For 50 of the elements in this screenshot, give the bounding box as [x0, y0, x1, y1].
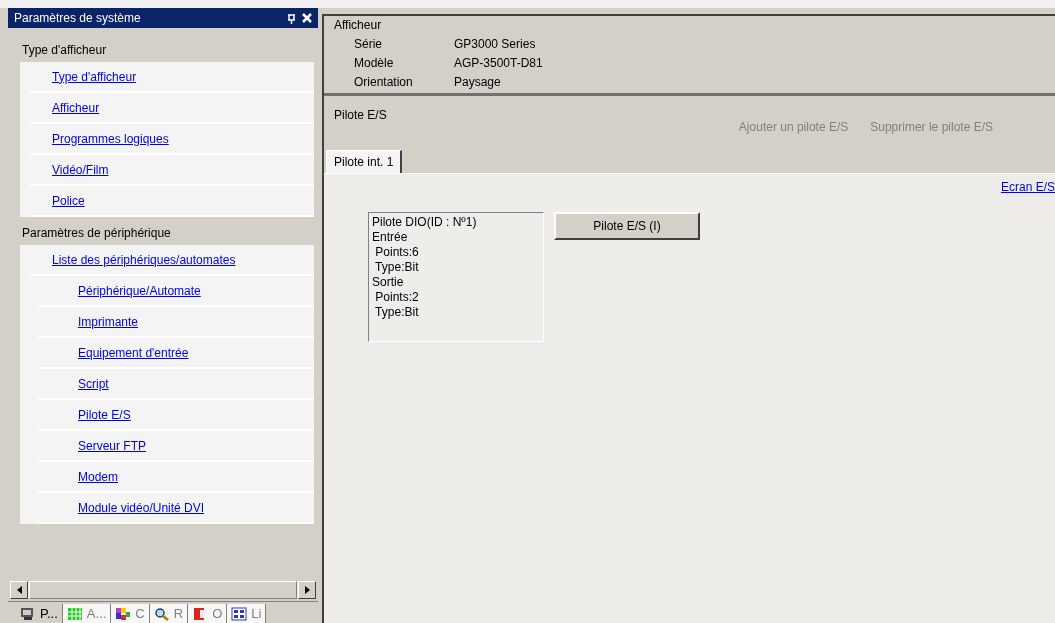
driver-info-line: Sortie: [372, 275, 405, 290]
panel-tab[interactable]: A...: [62, 604, 112, 623]
driver-info-line: Type:Bit: [374, 260, 420, 275]
driver-info-line: Type:Bit: [374, 305, 420, 320]
panel-title: Paramètres de système: [14, 11, 141, 25]
right-arrow-icon[interactable]: [304, 586, 310, 594]
nav-link[interactable]: Pilote E/S: [78, 407, 131, 422]
nav-link[interactable]: Afficheur: [52, 100, 100, 115]
nav-link[interactable]: Equipement d'entrée: [78, 345, 189, 360]
property-value: Paysage: [454, 75, 502, 89]
nav-link[interactable]: Programmes logiques: [52, 131, 169, 146]
grid-icon: [66, 606, 83, 621]
io-screen-link[interactable]: Ecran E/S: [1000, 180, 1055, 194]
palette-icon: [115, 606, 132, 621]
section-heading: Pilote E/S: [334, 108, 387, 124]
nav-link[interactable]: Type d'afficheur: [52, 69, 137, 84]
close-icon[interactable]: [302, 13, 312, 23]
section-heading: Type d'afficheur: [21, 42, 108, 59]
nav-link[interactable]: Serveur FTP: [78, 438, 146, 453]
driver-info-line: Points:6: [374, 245, 420, 260]
tiles-icon: [231, 606, 248, 621]
panel-tab[interactable]: C: [111, 604, 150, 623]
panel-tab[interactable]: O: [188, 604, 228, 623]
property-label: Modèle: [354, 56, 395, 70]
driver-info-line: Entrée: [372, 230, 409, 245]
nav-link[interactable]: Imprimante: [78, 314, 139, 329]
driver-tab[interactable]: Pilote int. 1: [326, 150, 403, 173]
section-heading: Paramètres de périphérique: [21, 225, 172, 242]
property-label: Orientation: [354, 75, 414, 89]
panel-tab[interactable]: R: [149, 604, 189, 623]
property-value: AGP-3500T-D81: [454, 56, 544, 70]
left-arrow-icon[interactable]: [16, 586, 22, 594]
horizontal-scrollbar[interactable]: [10, 581, 316, 599]
property-value: GP3000 Series: [454, 37, 537, 51]
nav-link[interactable]: Liste des périphériques/automates: [52, 252, 236, 267]
panel-tab[interactable]: Li: [227, 604, 267, 623]
pin-icon[interactable]: [287, 12, 296, 24]
nav-link[interactable]: Périphérique/Automate: [78, 283, 201, 298]
nav-link[interactable]: Modem: [78, 469, 118, 484]
driver-info-line: Points:2: [374, 290, 420, 305]
nav-link[interactable]: Module vidéo/Unité DVI: [78, 500, 205, 515]
monitor-icon: [20, 606, 36, 621]
search-icon: [153, 606, 170, 621]
nav-link[interactable]: Police: [52, 193, 85, 208]
nav-link[interactable]: Script: [78, 376, 109, 391]
nav-link[interactable]: Vidéo/Film: [52, 162, 109, 177]
driver-info-line: Pilote DIO(ID : Nº1): [372, 215, 478, 230]
section-heading: Afficheur: [334, 18, 382, 32]
driver-button[interactable]: Pilote E/S (I): [554, 212, 700, 240]
property-label: Série: [354, 37, 383, 51]
